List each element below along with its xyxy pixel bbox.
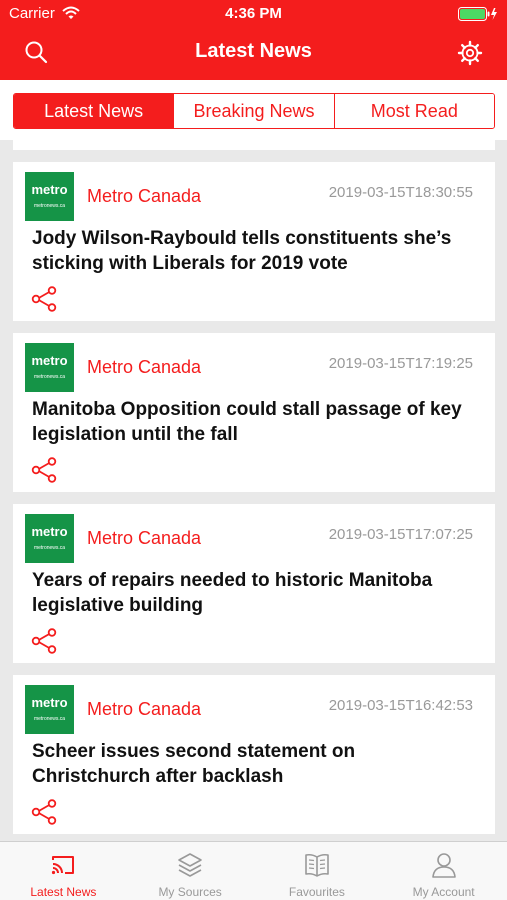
- metro-logo: metro metronews.ca: [25, 514, 74, 563]
- page-title: Latest News: [195, 40, 312, 62]
- article-headline[interactable]: Jody Wilson-Raybould tells constituents …: [32, 226, 472, 276]
- share-icon[interactable]: [30, 627, 58, 655]
- book-icon: [305, 853, 329, 877]
- status-bar: Carrier 4:36 PM: [0, 0, 507, 28]
- source-name[interactable]: Metro Canada: [87, 699, 201, 720]
- battery-icon: [458, 7, 497, 21]
- logo-text: metro: [31, 182, 68, 197]
- share-icon[interactable]: [30, 285, 58, 313]
- article-headline[interactable]: Years of repairs needed to historic Mani…: [32, 568, 472, 618]
- segment-latest-news[interactable]: Latest News: [14, 94, 174, 128]
- share-icon[interactable]: [30, 798, 58, 826]
- tab-bar: Latest News My Sources Favourites My Acc…: [0, 841, 507, 900]
- article-headline[interactable]: Manitoba Opposition could stall passage …: [32, 397, 472, 447]
- article-date: 2019-03-15T17:07:25: [328, 526, 473, 543]
- status-time: 4:36 PM: [225, 5, 282, 22]
- tab-my-account[interactable]: My Account: [380, 842, 507, 900]
- previous-card-edge: [13, 140, 495, 150]
- logo-text: metro: [31, 524, 68, 539]
- metro-logo: metro metronews.ca: [25, 343, 74, 392]
- tab-latest-news[interactable]: Latest News: [0, 842, 127, 900]
- article-date: 2019-03-15T17:19:25: [328, 355, 473, 372]
- metro-logo: metro metronews.ca: [25, 685, 74, 734]
- tab-label: My Sources: [158, 885, 222, 899]
- segment-breaking-news[interactable]: Breaking News: [173, 94, 334, 128]
- news-card[interactable]: metro metronews.ca Metro Canada 2019-03-…: [13, 675, 495, 834]
- news-card[interactable]: metro metronews.ca Metro Canada 2019-03-…: [13, 162, 495, 321]
- tab-label: Favourites: [288, 885, 345, 899]
- segment-bar: Latest News Breaking News Most Read: [0, 80, 507, 140]
- segmented-control: Latest News Breaking News Most Read: [13, 93, 495, 129]
- tab-label: Latest News: [30, 885, 97, 899]
- tab-label: My Account: [412, 885, 475, 899]
- gear-icon[interactable]: [457, 40, 483, 66]
- logo-subtext: metronews.ca: [33, 203, 66, 209]
- cast-icon: [52, 856, 75, 875]
- source-name[interactable]: Metro Canada: [87, 357, 201, 378]
- logo-subtext: metronews.ca: [33, 374, 66, 380]
- app-header: Carrier 4:36 PM Latest News: [0, 0, 507, 80]
- segment-most-read[interactable]: Most Read: [333, 94, 494, 128]
- news-card[interactable]: metro metronews.ca Metro Canada 2019-03-…: [13, 333, 495, 492]
- article-headline[interactable]: Scheer issues second statement on Christ…: [32, 739, 472, 789]
- logo-subtext: metronews.ca: [33, 716, 66, 722]
- tab-my-sources[interactable]: My Sources: [127, 842, 254, 900]
- news-card[interactable]: metro metronews.ca Metro Canada 2019-03-…: [13, 504, 495, 663]
- news-list[interactable]: metro metronews.ca Metro Canada 2019-03-…: [0, 140, 507, 841]
- share-icon[interactable]: [30, 456, 58, 484]
- layers-icon: [178, 853, 202, 877]
- source-name[interactable]: Metro Canada: [87, 186, 201, 207]
- article-date: 2019-03-15T16:42:53: [328, 697, 473, 714]
- person-icon: [431, 853, 456, 878]
- logo-text: metro: [31, 353, 68, 368]
- tab-favourites[interactable]: Favourites: [254, 842, 381, 900]
- metro-logo: metro metronews.ca: [25, 172, 74, 221]
- logo-subtext: metronews.ca: [33, 545, 66, 551]
- source-name[interactable]: Metro Canada: [87, 528, 201, 549]
- article-date: 2019-03-15T18:30:55: [328, 184, 473, 201]
- logo-text: metro: [31, 695, 68, 710]
